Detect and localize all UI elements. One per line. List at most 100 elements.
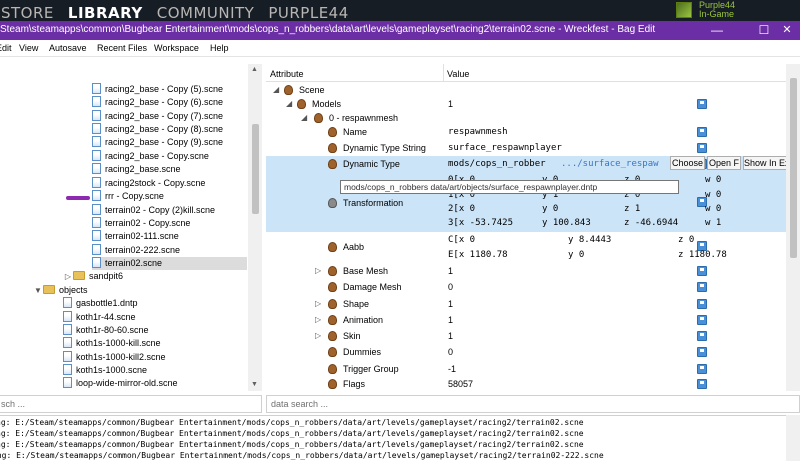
save-icon[interactable]: [697, 299, 707, 309]
menu-workspace[interactable]: Workspace: [154, 43, 199, 53]
steam-tab-community[interactable]: COMMUNITY: [150, 4, 262, 22]
save-icon[interactable]: [697, 364, 707, 374]
grid-row-skin[interactable]: ▷ Skin 1: [266, 328, 800, 344]
grid-header: Attribute Value: [266, 64, 800, 82]
grid-row-damage-mesh[interactable]: Damage Mesh 0: [266, 279, 800, 295]
steam-tab-store[interactable]: STORE: [0, 4, 61, 22]
tree-file[interactable]: koth1s-1000.scne: [63, 364, 147, 377]
menu-view[interactable]: View: [19, 43, 38, 53]
column-divider[interactable]: [443, 64, 444, 82]
tree-file[interactable]: koth1s-1000-kill2.scne: [63, 351, 166, 364]
chevron-right-icon[interactable]: ▷: [63, 270, 73, 283]
menu-recent-files[interactable]: Recent Files: [97, 43, 147, 53]
grid-scrollbar-thumb[interactable]: [790, 78, 797, 258]
tree-file[interactable]: racing2_base - Copy (7).scne: [92, 110, 223, 123]
chevron-right-icon[interactable]: ▷: [315, 328, 321, 344]
tree-file[interactable]: koth1s-1000-kill.scne: [63, 337, 161, 350]
tree-file[interactable]: rrr - Copy.scne: [92, 190, 164, 203]
minimize-button[interactable]: —: [700, 21, 734, 40]
save-icon[interactable]: [697, 99, 707, 109]
menu-autosave[interactable]: Autosave: [49, 43, 87, 53]
column-header-attribute[interactable]: Attribute: [270, 69, 304, 79]
scroll-down-icon[interactable]: ▼: [251, 381, 258, 388]
node-icon: [328, 265, 337, 276]
grid-row-aabb[interactable]: Aabb C[x 0 y 8.4443 z 0 ] E[x 1180.78 y …: [266, 233, 800, 263]
tree-folder-objects[interactable]: ▼ objects: [33, 284, 88, 297]
steam-user-status: In-Game: [699, 9, 735, 19]
choose-button[interactable]: Choose: [670, 156, 705, 170]
tree-file[interactable]: racing2stock - Copy.scne: [92, 177, 205, 190]
file-icon: [92, 257, 101, 269]
steam-tab-profile[interactable]: PURPLE44: [261, 4, 355, 22]
node-icon: [328, 363, 337, 374]
tree-scrollbar-thumb[interactable]: [252, 124, 259, 214]
file-icon: [92, 244, 101, 256]
file-icon: [63, 311, 72, 323]
file-icon: [92, 177, 101, 189]
grid-row-shape[interactable]: ▷ Shape 1: [266, 296, 800, 312]
annotation-mark: [66, 196, 90, 200]
chevron-right-icon[interactable]: ▷: [315, 296, 321, 312]
tree-file[interactable]: racing2_base - Copy.scne: [92, 150, 209, 163]
tree-file[interactable]: racing2_base - Copy (9).scne: [92, 136, 223, 149]
tree-file[interactable]: racing2_base - Copy (6).scne: [92, 96, 223, 109]
node-icon: [284, 84, 293, 95]
chevron-right-icon[interactable]: ▷: [315, 312, 321, 328]
tree-file[interactable]: racing2_base - Copy (8).scne: [92, 123, 223, 136]
save-icon[interactable]: [697, 331, 707, 341]
avatar[interactable]: [676, 2, 692, 18]
tree-file[interactable]: terrain02-111.scne: [92, 230, 179, 243]
menu-help[interactable]: Help: [210, 43, 229, 53]
save-icon[interactable]: [697, 315, 707, 325]
grid-row-dummies[interactable]: Dummies 0: [266, 344, 800, 360]
tree-file[interactable]: gasbottle1.dntp: [63, 297, 138, 310]
node-icon: [328, 197, 337, 208]
grid-row-base-mesh[interactable]: ▷ Base Mesh 1: [266, 263, 800, 279]
menu-edit[interactable]: Edit: [0, 43, 12, 53]
tree-file[interactable]: loop-wide-mirror-old.scne: [63, 377, 178, 390]
save-icon[interactable]: [697, 127, 707, 137]
data-search-input[interactable]: data search ...: [266, 395, 800, 413]
tree-file-selected[interactable]: terrain02.scne: [92, 257, 247, 270]
path-tooltip: mods/cops_n_robbers data/art/objects/sur…: [340, 180, 679, 194]
tree-file[interactable]: koth1r-44.scne: [63, 311, 136, 324]
tree-scrollbar[interactable]: [248, 64, 262, 391]
node-icon: [328, 126, 337, 137]
file-icon: [63, 377, 72, 389]
log-line: ng: E:/Steam/steamapps/common/Bugbear En…: [0, 440, 584, 449]
node-icon: [328, 241, 337, 252]
folder-icon: [43, 285, 55, 295]
tree-file[interactable]: terrain02 - Copy.scne: [92, 217, 190, 230]
grid-row-animation[interactable]: ▷ Animation 1: [266, 312, 800, 328]
chevron-down-icon[interactable]: ▼: [33, 284, 43, 297]
tree-file[interactable]: racing2_base - Copy (5).scne: [92, 83, 223, 96]
grid-row-trigger-group[interactable]: Trigger Group -1: [266, 361, 800, 377]
log-scrollbar[interactable]: [786, 415, 800, 461]
tree-file[interactable]: terrain02-222.scne: [92, 244, 180, 257]
column-header-value[interactable]: Value: [447, 69, 469, 79]
chevron-right-icon[interactable]: ▷: [315, 263, 321, 279]
save-icon[interactable]: [697, 379, 707, 389]
tree-file[interactable]: terrain02 - Copy (2)kill.scne: [92, 204, 215, 217]
grid-row-flags[interactable]: Flags 58057: [266, 377, 800, 391]
tree-search-input[interactable]: sch ...: [0, 395, 262, 413]
app-root: STORE LIBRARY COMMUNITY PURPLE44 Purple4…: [0, 0, 800, 461]
save-icon[interactable]: [697, 266, 707, 276]
scroll-up-icon[interactable]: ▲: [251, 66, 258, 73]
node-icon: [297, 98, 306, 109]
save-icon[interactable]: [697, 143, 707, 153]
steam-tab-library[interactable]: LIBRARY: [61, 4, 150, 22]
file-icon: [63, 364, 72, 376]
grid-row-dynamic-type-string[interactable]: Dynamic Type String surface_respawnplaye…: [266, 140, 800, 156]
close-button[interactable]: ✕: [770, 21, 800, 40]
file-tree[interactable]: racing2_base - Copy (5).scne racing2_bas…: [0, 64, 262, 391]
save-icon[interactable]: [697, 282, 707, 292]
tree-file[interactable]: racing2_base.scne: [92, 163, 181, 176]
grid-row-name[interactable]: Name respawnmesh: [266, 124, 800, 140]
save-icon[interactable]: [697, 347, 707, 357]
open-file-button[interactable]: Open F: [707, 156, 741, 170]
tree-folder-sandpit[interactable]: ▷ sandpit6: [63, 270, 123, 283]
window-title-bar: Steam\steamapps\common\Bugbear Entertain…: [0, 21, 800, 40]
tree-file[interactable]: koth1r-80-60.scne: [63, 324, 149, 337]
node-icon: [328, 298, 337, 309]
